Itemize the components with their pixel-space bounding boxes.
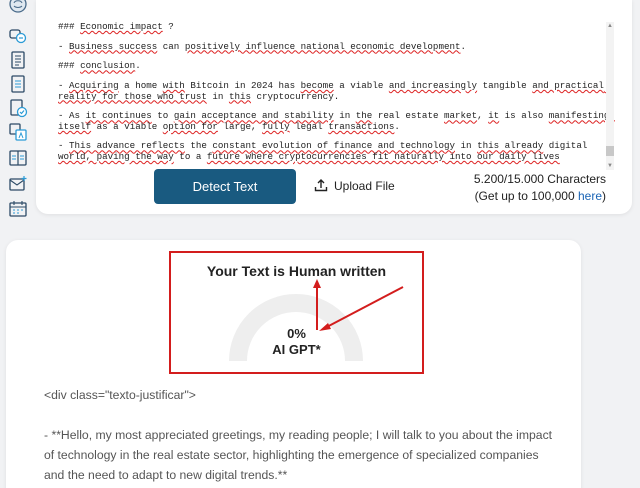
editor-text: . [460, 40, 467, 52]
editor-text: to [151, 110, 174, 122]
flagged-text: and increasingly [388, 80, 478, 92]
flagged-text: positively influence national economic d… [184, 40, 461, 52]
editor-text: real estate [372, 110, 444, 122]
flagged-text: Economic impact [80, 22, 163, 32]
sidebar [0, 0, 34, 228]
editor-text: tangible [477, 80, 533, 92]
text-document-icon[interactable] [8, 74, 28, 94]
flagged-text: gain acceptance and stability [173, 110, 334, 122]
arrow-up-head [313, 279, 321, 288]
scroll-down-icon[interactable]: ▼ [606, 162, 614, 170]
flagged-text: world, paving the way [58, 150, 174, 162]
editor-text: - [58, 140, 70, 152]
editor-text: in [455, 140, 478, 152]
editor-text: digital [543, 140, 593, 152]
result-card: Your Text is Human written 0% AI GPT* <d… [6, 240, 581, 488]
flagged-text: future where cryptocurrencies fit natura… [206, 150, 560, 162]
upgrade-suffix: ) [602, 189, 606, 203]
editor-text: cryptocurrency. [251, 90, 340, 102]
editor-scrollbar[interactable]: ▲ ▼ [606, 22, 614, 170]
result-title: Your Text is Human written [206, 263, 387, 279]
editor-text: is also [499, 110, 549, 122]
calendar-icon[interactable] [8, 199, 28, 219]
upgrade-text: (Get up to 100,000 here) [474, 188, 606, 205]
paraphrase-icon[interactable] [8, 26, 28, 46]
editor-text: ### [58, 22, 81, 32]
character-count-text: 5.200/15.000 Characters [473, 172, 606, 186]
scroll-up-icon[interactable]: ▲ [606, 22, 614, 30]
scrollbar-thumb[interactable] [606, 146, 614, 156]
upload-file-label: Upload File [334, 179, 395, 193]
flagged-text: market [444, 110, 478, 122]
editor-line: - Business success can positively influe… [58, 40, 618, 53]
editor-text: as a viable [91, 120, 163, 132]
flagged-text: Acquiring [69, 80, 119, 92]
editor-text: can [157, 40, 185, 52]
flagged-text: become [300, 80, 334, 92]
flagged-text: it continues [85, 110, 152, 122]
editor-line: ### conclusion. [58, 61, 618, 72]
editor-text: large, [217, 120, 263, 132]
editor-text: a home [118, 80, 163, 92]
editor-text: to a [173, 150, 207, 162]
flagged-text: this already [477, 140, 544, 152]
flagged-text: this [228, 90, 251, 102]
editor-text: . [135, 60, 141, 72]
result-paragraph: - **Hello, my most appreciated greetings… [44, 428, 553, 482]
detect-text-button[interactable]: Detect Text [154, 169, 296, 204]
translate-icon[interactable] [8, 122, 28, 142]
flagged-text: This advance reflects [69, 140, 185, 152]
ai-gpt-label: AI GPT* [272, 342, 321, 357]
editor-text: - [58, 40, 70, 52]
editor-card: ### Economic impact ? - Business success … [36, 0, 632, 214]
upgrade-here-link[interactable]: here [578, 189, 602, 203]
editor-line: - As it continues to gain acceptance and… [58, 111, 618, 132]
editor-text: ### [58, 60, 81, 72]
result-text: <div class="texto-justificar"> - **Hello,… [44, 385, 554, 488]
flagged-text: fully [262, 120, 290, 132]
email-icon[interactable] [8, 174, 28, 194]
editor-line: - This advance reflects the constant evo… [58, 141, 618, 162]
document-check-icon[interactable] [8, 98, 28, 118]
result-paragraph: <div class="texto-justificar"> [44, 388, 196, 402]
character-count: 5.200/15.000 Characters (Get up to 100,0… [474, 171, 606, 205]
flagged-text: Business success [69, 40, 158, 52]
editor-line: ### Economic impact ? [58, 22, 618, 33]
editor-text: in [333, 110, 356, 122]
editor-text: ? [162, 22, 174, 32]
text-editor[interactable]: ### Economic impact ? - Business success … [58, 22, 618, 170]
ai-percentage: 0% [287, 326, 306, 341]
flagged-text: the [355, 110, 373, 122]
editor-text: - [58, 80, 70, 92]
editor-text: in [206, 90, 229, 102]
flagged-text: option for [162, 120, 218, 132]
flagged-text: with [162, 80, 185, 92]
editor-text: legal [289, 120, 329, 132]
flagged-text: it [488, 110, 500, 122]
editor-line: - Acquiring a home with Bitcoin in 2024 … [58, 80, 618, 102]
editor-text: . [394, 120, 400, 132]
upload-icon [314, 178, 328, 195]
editor-text: a viable [333, 80, 389, 92]
editor-text: the [184, 140, 213, 152]
upgrade-prefix: (Get up to 100,000 [474, 189, 578, 203]
editor-text: , [477, 110, 489, 122]
document-icon[interactable] [8, 50, 28, 70]
flagged-text: conclusion [80, 60, 136, 72]
upload-file-button[interactable]: Upload File [314, 176, 395, 196]
editor-text: - As [58, 110, 86, 122]
editor-text: Bitcoin in 2024 has [184, 80, 301, 92]
compare-icon[interactable] [8, 148, 28, 168]
flagged-text: transactions [328, 120, 395, 132]
flagged-text: constant evolution of finance and techno… [212, 140, 455, 152]
brain-icon[interactable] [8, 0, 28, 14]
result-highlight-box: Your Text is Human written 0% AI GPT* [169, 251, 424, 374]
